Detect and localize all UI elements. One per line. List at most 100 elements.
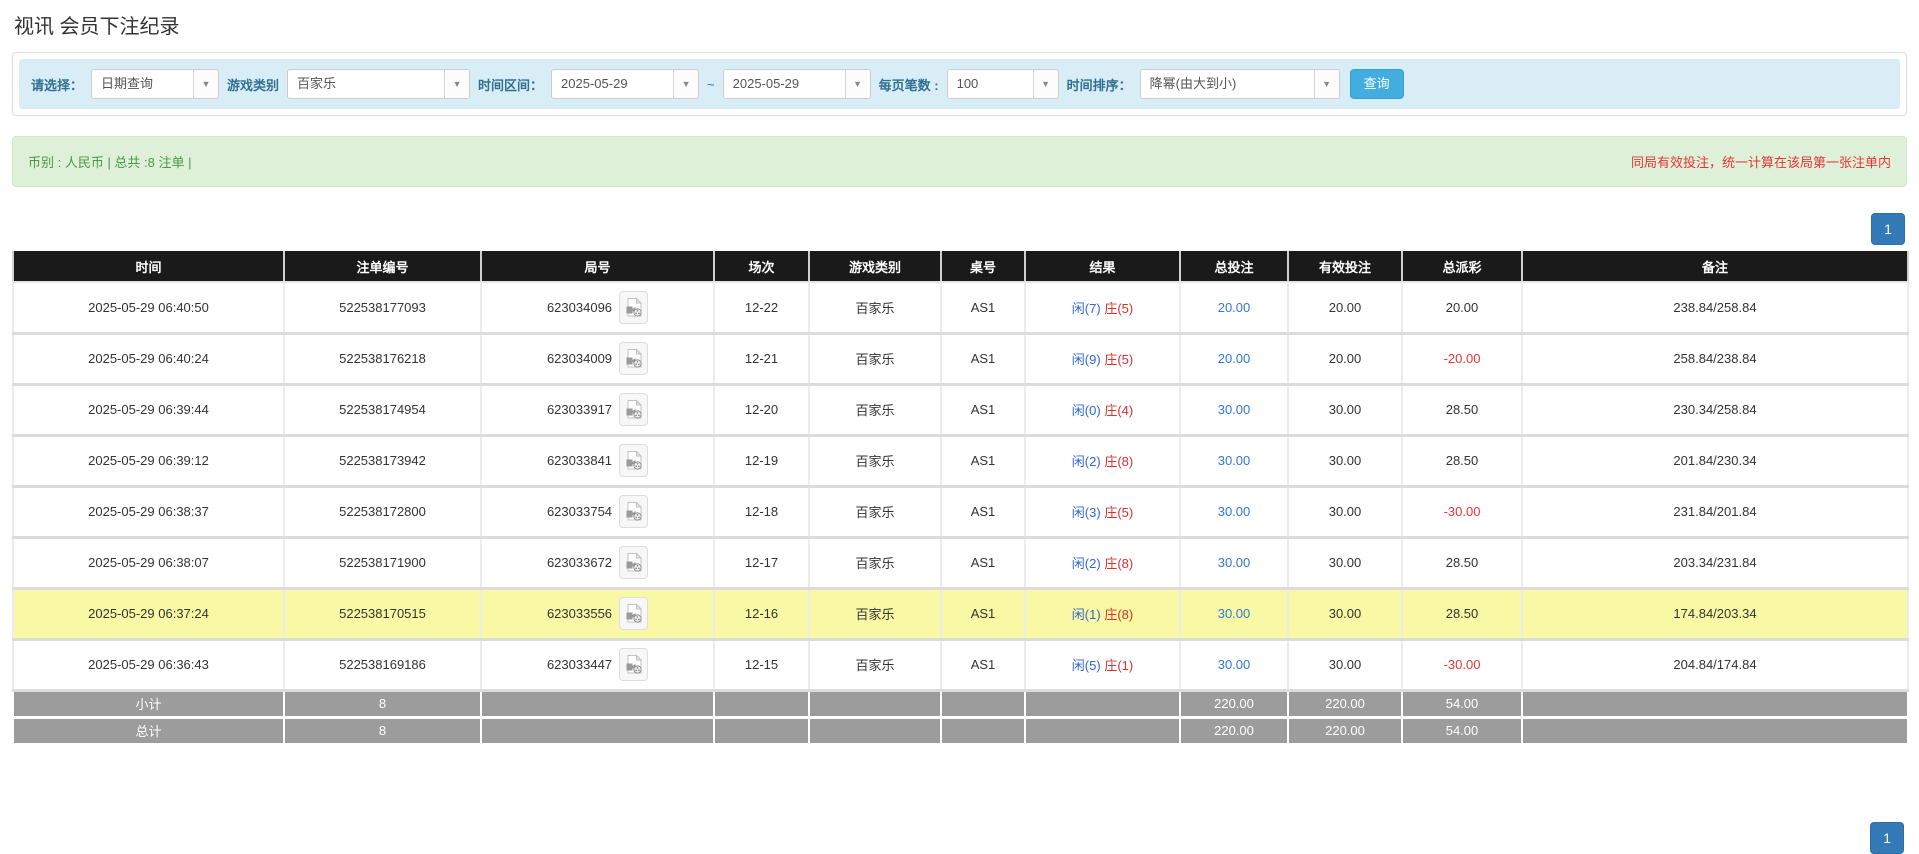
cell-game-type: 百家乐	[809, 588, 941, 639]
cell-valid-bet: 30.00	[1288, 486, 1402, 537]
cell-result: 闲(5) 庄(1)	[1025, 639, 1180, 690]
summary-cell	[941, 717, 1025, 744]
video-file-icon	[625, 450, 643, 471]
total-bet-link[interactable]: 30.00	[1218, 453, 1251, 468]
page-title: 视讯 会员下注纪录	[14, 10, 1919, 39]
cell-table-no: AS1	[941, 333, 1025, 384]
round-id: 623033841	[547, 453, 612, 468]
cell-bet-id: 522538177093	[284, 282, 481, 333]
summary-cell	[481, 717, 714, 744]
round-id: 623033754	[547, 504, 612, 519]
video-file-icon	[625, 348, 643, 369]
date-to-value: 2025-05-29	[724, 70, 845, 98]
cell-game-type: 百家乐	[809, 639, 941, 690]
summary-cell: 54.00	[1402, 690, 1522, 717]
result-banker: 庄(8)	[1104, 454, 1133, 469]
cell-valid-bet: 30.00	[1288, 639, 1402, 690]
result-player: 闲(5)	[1072, 658, 1101, 673]
table-row: 2025-05-29 06:40:50522538177093623034096…	[13, 282, 1908, 333]
total-bet-link[interactable]: 20.00	[1218, 351, 1251, 366]
summary-label: 总计	[13, 717, 284, 744]
cell-valid-bet: 30.00	[1288, 435, 1402, 486]
cell-result: 闲(3) 庄(5)	[1025, 486, 1180, 537]
cell-time: 2025-05-29 06:36:43	[13, 639, 284, 690]
round-id: 623033556	[547, 606, 612, 621]
cell-payout: 20.00	[1402, 282, 1522, 333]
date-to-select[interactable]: 2025-05-29 ▼	[723, 69, 871, 99]
video-replay-button[interactable]	[619, 393, 648, 426]
page-size-select[interactable]: 100 ▼	[947, 69, 1059, 99]
cell-bet-id: 522538170515	[284, 588, 481, 639]
video-replay-button[interactable]	[619, 291, 648, 324]
cell-table-no: AS1	[941, 435, 1025, 486]
cell-time: 2025-05-29 06:39:12	[13, 435, 284, 486]
summary-cell: 220.00	[1180, 690, 1288, 717]
summary-notice-text: 同局有效投注，统一计算在该局第一张注单内	[1631, 152, 1891, 171]
date-from-select[interactable]: 2025-05-29 ▼	[551, 69, 699, 99]
video-replay-button[interactable]	[619, 597, 648, 630]
cell-result: 闲(9) 庄(5)	[1025, 333, 1180, 384]
page-size-value: 100	[948, 70, 1033, 98]
cell-round: 623034009	[481, 333, 714, 384]
column-header: 局号	[481, 251, 714, 282]
cell-session: 12-19	[714, 435, 809, 486]
query-type-select[interactable]: 日期查询 ▼	[91, 69, 219, 99]
total-bet-link[interactable]: 30.00	[1218, 402, 1251, 417]
video-replay-button[interactable]	[619, 444, 648, 477]
cell-valid-bet: 30.00	[1288, 537, 1402, 588]
bet-records-table: 时间注单编号局号场次游戏类别桌号结果总投注有效投注总派彩备注 2025-05-2…	[12, 251, 1909, 746]
total-bet-link[interactable]: 30.00	[1218, 504, 1251, 519]
cell-bet-id: 522538169186	[284, 639, 481, 690]
cell-session: 12-17	[714, 537, 809, 588]
cell-remark: 174.84/203.34	[1522, 588, 1908, 639]
filter-bar: 请选择： 日期查询 ▼ 游戏类别 百家乐 ▼ 时间区间： 2025-05-29 …	[19, 59, 1900, 109]
summary-cell	[1522, 717, 1908, 744]
summary-cell: 54.00	[1402, 717, 1522, 744]
cell-round: 623033672	[481, 537, 714, 588]
total-bet-link[interactable]: 20.00	[1218, 300, 1251, 315]
video-replay-button[interactable]	[619, 546, 648, 579]
sort-order-label: 时间排序：	[1067, 75, 1132, 94]
summary-currency-text: 币别 : 人民币 | 总共 :8 注单 |	[28, 152, 192, 171]
cell-remark: 204.84/174.84	[1522, 639, 1908, 690]
search-button[interactable]: 查询	[1350, 69, 1404, 99]
cell-remark: 238.84/258.84	[1522, 282, 1908, 333]
video-replay-button[interactable]	[619, 495, 648, 528]
summary-label: 小计	[13, 690, 284, 717]
cell-payout: -30.00	[1402, 639, 1522, 690]
video-replay-button[interactable]	[619, 342, 648, 375]
total-bet-link[interactable]: 30.00	[1218, 606, 1251, 621]
cell-remark: 201.84/230.34	[1522, 435, 1908, 486]
page-size-label: 每页笔数 :	[879, 75, 939, 94]
cell-round: 623033556	[481, 588, 714, 639]
cell-total-bet: 30.00	[1180, 384, 1288, 435]
cell-valid-bet: 20.00	[1288, 282, 1402, 333]
summary-bar: 币别 : 人民币 | 总共 :8 注单 | 同局有效投注，统一计算在该局第一张注…	[12, 136, 1907, 187]
game-type-select[interactable]: 百家乐 ▼	[287, 69, 470, 99]
cell-session: 12-16	[714, 588, 809, 639]
result-banker: 庄(5)	[1104, 505, 1133, 520]
summary-cell: 8	[284, 717, 481, 744]
column-header: 场次	[714, 251, 809, 282]
table-row: 2025-05-29 06:37:24522538170515623033556…	[13, 588, 1908, 639]
page-button-1-bottom[interactable]: 1	[1870, 822, 1904, 854]
cell-total-bet: 20.00	[1180, 333, 1288, 384]
summary-cell: 220.00	[1288, 717, 1402, 744]
cell-valid-bet: 30.00	[1288, 588, 1402, 639]
result-player: 闲(2)	[1072, 556, 1101, 571]
video-file-icon	[625, 501, 643, 522]
cell-table-no: AS1	[941, 384, 1025, 435]
cell-game-type: 百家乐	[809, 435, 941, 486]
cell-total-bet: 30.00	[1180, 537, 1288, 588]
cell-game-type: 百家乐	[809, 282, 941, 333]
date-range-separator: ~	[707, 77, 715, 92]
total-bet-link[interactable]: 30.00	[1218, 657, 1251, 672]
sort-order-select[interactable]: 降幂(由大到小) ▼	[1140, 69, 1340, 99]
cell-round: 623033917	[481, 384, 714, 435]
video-replay-button[interactable]	[619, 648, 648, 681]
total-bet-link[interactable]: 30.00	[1218, 555, 1251, 570]
cell-payout: 28.50	[1402, 435, 1522, 486]
page-button-1[interactable]: 1	[1871, 213, 1905, 245]
column-header: 有效投注	[1288, 251, 1402, 282]
cell-table-no: AS1	[941, 282, 1025, 333]
